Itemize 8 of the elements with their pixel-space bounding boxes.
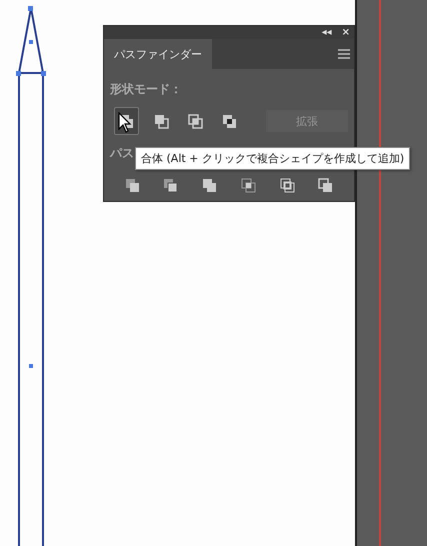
panel-tab[interactable]: パスファインダー (104, 39, 212, 69)
close-button[interactable]: × (342, 28, 350, 38)
collapse-button[interactable]: ◂◂ (322, 28, 332, 38)
section-label: 形状モード： (110, 81, 182, 98)
menu-icon[interactable] (338, 49, 350, 59)
cursor-icon (118, 112, 132, 134)
tooltip: 合体 (Alt + クリックで複合シェイプを作成して追加) (135, 147, 410, 170)
section-label: パス (110, 145, 134, 162)
